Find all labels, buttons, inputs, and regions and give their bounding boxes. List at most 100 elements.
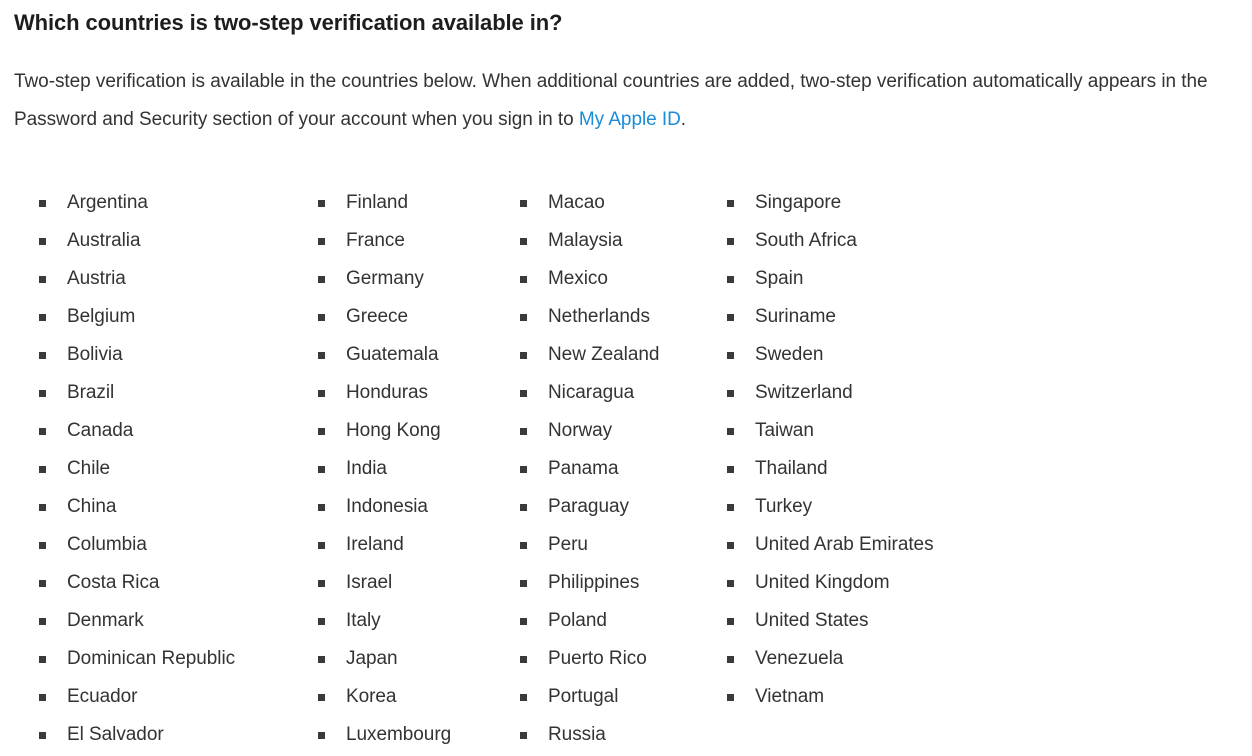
country-name: Chile [67, 458, 111, 479]
bullet-square-icon [520, 694, 527, 701]
page-title: Which countries is two-step verification… [14, 10, 563, 35]
country-column-1: Argentina Australia Austria Belgium Bolivia B… [39, 184, 309, 754]
bullet-square-icon [727, 200, 734, 207]
bullet-square-icon [520, 732, 527, 739]
list-item: Hong Kong [318, 412, 513, 450]
list-item: Australia [39, 222, 309, 260]
country-name: Costa Rica [67, 572, 160, 593]
bullet-square-icon [39, 428, 46, 435]
list-item: Greece [318, 298, 513, 336]
country-name: Finland [346, 192, 408, 213]
list-item: Argentina [39, 184, 309, 222]
bullet-square-icon [520, 504, 527, 511]
country-name: Bolivia [67, 344, 123, 365]
bullet-square-icon [727, 618, 734, 625]
bullet-square-icon [39, 352, 46, 359]
bullet-square-icon [520, 466, 527, 473]
bullet-square-icon [318, 580, 325, 587]
list-item: Austria [39, 260, 309, 298]
list-item: Finland [318, 184, 513, 222]
list-item: Honduras [318, 374, 513, 412]
bullet-square-icon [727, 314, 734, 321]
bullet-square-icon [318, 732, 325, 739]
list-item: Dominican Republic [39, 640, 309, 678]
country-name: Spain [755, 268, 804, 289]
country-name: Guatemala [346, 344, 439, 365]
country-name: Denmark [67, 610, 144, 631]
country-name: Russia [548, 724, 606, 745]
country-name: Puerto Rico [548, 648, 647, 669]
country-name: Italy [346, 610, 381, 631]
country-name: Greece [346, 306, 409, 327]
bullet-square-icon [520, 314, 527, 321]
list-item: China [39, 488, 309, 526]
list-item: Italy [318, 602, 513, 640]
country-name: Luxembourg [346, 724, 452, 745]
country-name: Brazil [67, 382, 115, 403]
list-item: Poland [520, 602, 720, 640]
country-name: Thailand [755, 458, 828, 479]
country-column-3: Macao Malaysia Mexico Netherlands New Zealan… [520, 184, 720, 754]
bullet-square-icon [318, 200, 325, 207]
bullet-square-icon [39, 580, 46, 587]
bullet-square-icon [39, 276, 46, 283]
intro-paragraph: Two-step verification is available in th… [14, 63, 1242, 139]
list-item: Spain [727, 260, 1057, 298]
country-name: Israel [346, 572, 393, 593]
country-name: United Arab Emirates [755, 534, 934, 555]
list-item: Japan [318, 640, 513, 678]
country-name: Panama [548, 458, 619, 479]
list-item: Vietnam [727, 678, 1057, 716]
country-name: United Kingdom [755, 572, 890, 593]
list-item: Suriname [727, 298, 1057, 336]
bullet-square-icon [520, 200, 527, 207]
list-item: South Africa [727, 222, 1057, 260]
country-name: United States [755, 610, 869, 631]
bullet-square-icon [39, 542, 46, 549]
intro-text-after-link: . [680, 109, 687, 130]
bullet-square-icon [727, 656, 734, 663]
list-item: Philippines [520, 564, 720, 602]
bullet-square-icon [39, 238, 46, 245]
country-name: Peru [548, 534, 588, 555]
country-name: Turkey [755, 496, 813, 517]
list-item: India [318, 450, 513, 488]
country-name: Belgium [67, 306, 136, 327]
country-name: Dominican Republic [67, 648, 236, 669]
country-column-2: Finland France Germany Greece Guatemala Hondu… [318, 184, 513, 754]
list-item: New Zealand [520, 336, 720, 374]
country-name: Ecuador [67, 686, 138, 707]
list-item: United States [727, 602, 1057, 640]
country-name: Paraguay [548, 496, 629, 517]
country-name: Nicaragua [548, 382, 635, 403]
bullet-square-icon [727, 428, 734, 435]
bullet-square-icon [520, 428, 527, 435]
country-name: Korea [346, 686, 397, 707]
list-item: Sweden [727, 336, 1057, 374]
bullet-square-icon [318, 618, 325, 625]
list-item: Peru [520, 526, 720, 564]
country-name: Ireland [346, 534, 404, 555]
country-name: Austria [67, 268, 126, 289]
bullet-square-icon [727, 580, 734, 587]
list-item: Russia [520, 716, 720, 754]
bullet-square-icon [318, 314, 325, 321]
bullet-square-icon [727, 390, 734, 397]
country-list: Argentina Australia Austria Belgium Bolivia B… [0, 184, 1252, 756]
bullet-square-icon [727, 352, 734, 359]
country-name: Argentina [67, 192, 148, 213]
my-apple-id-link[interactable]: My Apple ID [579, 109, 681, 130]
country-name: Macao [548, 192, 605, 213]
country-name: Australia [67, 230, 141, 251]
list-item: Norway [520, 412, 720, 450]
list-item: United Arab Emirates [727, 526, 1057, 564]
bullet-square-icon [727, 466, 734, 473]
list-item: Bolivia [39, 336, 309, 374]
bullet-square-icon [39, 466, 46, 473]
list-item: Puerto Rico [520, 640, 720, 678]
list-item: Venezuela [727, 640, 1057, 678]
bullet-square-icon [318, 276, 325, 283]
country-name: Taiwan [755, 420, 814, 441]
bullet-square-icon [520, 656, 527, 663]
list-item: Ireland [318, 526, 513, 564]
